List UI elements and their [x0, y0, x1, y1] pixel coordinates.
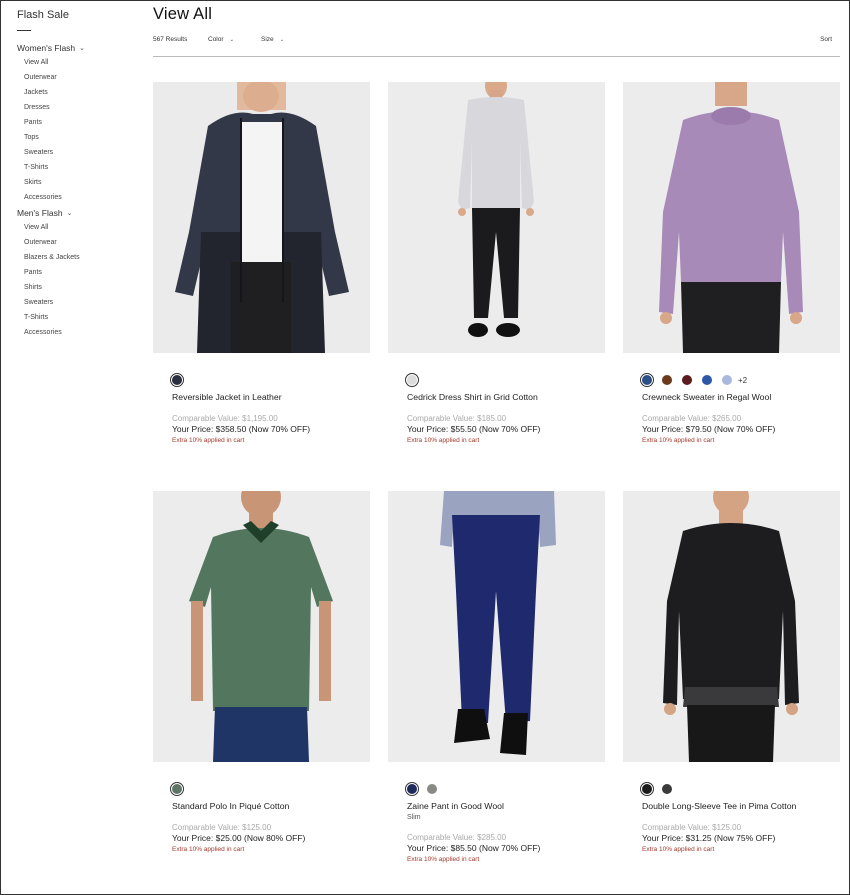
sidebar-item-mens-view-all[interactable]: View All — [17, 220, 137, 235]
sidebar-item-mens-tshirts[interactable]: T-Shirts — [17, 310, 137, 325]
your-price: Your Price: $358.50 (Now 70% OFF) — [172, 424, 311, 434]
color-filter-label: Color — [208, 36, 224, 43]
size-filter-label: Size — [261, 36, 274, 43]
extra-discount-note: Extra 10% applied in cart — [642, 846, 715, 853]
sidebar-item-womens-pants[interactable]: Pants — [17, 115, 137, 130]
comparable-value: Comparable Value: $125.00 — [172, 823, 272, 832]
color-swatch[interactable] — [722, 375, 732, 385]
sidebar-title[interactable]: Flash Sale — [17, 9, 137, 21]
product-card[interactable]: Reversible Jacket in Leather Comparable … — [153, 82, 370, 444]
sidebar-item-mens-pants[interactable]: Pants — [17, 265, 137, 280]
product-name[interactable]: Standard Polo In Piqué Cotton — [153, 801, 370, 811]
product-name[interactable]: Zaine Pant in Good Wool — [388, 801, 605, 811]
comparable-value: Comparable Value: $185.00 — [407, 414, 507, 423]
extra-discount-note: Extra 10% applied in cart — [407, 437, 480, 444]
color-swatch[interactable] — [170, 373, 184, 387]
product-image[interactable] — [623, 82, 840, 353]
sidebar-item-mens-sweaters[interactable]: Sweaters — [17, 295, 137, 310]
size-filter-dropdown[interactable]: Size ⌄ — [261, 36, 284, 43]
product-name[interactable]: Reversible Jacket in Leather — [153, 392, 370, 402]
comparable-value: Comparable Value: $125.00 — [642, 823, 742, 832]
comparable-value: Comparable Value: $265.00 — [642, 414, 742, 423]
sidebar-item-mens-blazers-jackets[interactable]: Blazers & Jackets — [17, 250, 137, 265]
color-swatch[interactable] — [405, 373, 419, 387]
product-image[interactable] — [388, 491, 605, 762]
color-swatch[interactable] — [662, 784, 672, 794]
sidebar-group-label: Men's Flash — [17, 207, 63, 218]
sort-dropdown[interactable]: Sort — [820, 36, 832, 43]
comparable-value: Comparable Value: $1,195.00 — [172, 414, 278, 423]
your-price: Your Price: $79.50 (Now 70% OFF) — [642, 424, 776, 434]
page-title: View All — [153, 5, 213, 23]
extra-discount-note: Extra 10% applied in cart — [407, 856, 480, 863]
product-image[interactable] — [623, 491, 840, 762]
sidebar-item-womens-outerwear[interactable]: Outerwear — [17, 70, 137, 85]
sidebar-item-womens-sweaters[interactable]: Sweaters — [17, 145, 137, 160]
color-swatches — [388, 782, 605, 796]
chevron-down-icon: ⌄ — [229, 37, 235, 43]
results-count: 567 Results — [153, 36, 188, 43]
color-swatch[interactable] — [170, 782, 184, 796]
color-swatches — [388, 373, 605, 387]
sidebar-group-mens[interactable]: Men's Flash ⌄ — [17, 205, 137, 220]
chevron-down-icon: ⌄ — [66, 209, 73, 217]
color-swatch[interactable] — [640, 373, 654, 387]
color-swatch[interactable] — [702, 375, 712, 385]
product-card[interactable]: Double Long-Sleeve Tee in Pima Cotton Co… — [623, 491, 840, 853]
product-name[interactable]: Cedrick Dress Shirt in Grid Cotton — [388, 392, 605, 402]
product-name[interactable]: Double Long-Sleeve Tee in Pima Cotton — [623, 801, 840, 811]
sidebar-item-mens-accessories[interactable]: Accessories — [17, 325, 137, 340]
sidebar-group-womens[interactable]: Women's Flash ⌄ — [17, 40, 137, 55]
sidebar-item-womens-accessories[interactable]: Accessories — [17, 190, 137, 205]
product-card[interactable]: Cedrick Dress Shirt in Grid Cotton Compa… — [388, 82, 605, 444]
color-swatches — [153, 782, 370, 796]
sidebar-item-mens-shirts[interactable]: Shirts — [17, 280, 137, 295]
extra-discount-note: Extra 10% applied in cart — [642, 437, 715, 444]
chevron-down-icon: ⌄ — [279, 37, 285, 43]
color-swatch[interactable] — [682, 375, 692, 385]
more-colors-count[interactable]: +2 — [738, 376, 747, 385]
comparable-value: Comparable Value: $285.00 — [407, 833, 507, 842]
product-fit: Slim — [407, 814, 421, 821]
product-card[interactable]: +2 Crewneck Sweater in Regal Wool Compar… — [623, 82, 840, 444]
product-image[interactable] — [153, 491, 370, 762]
product-image[interactable] — [153, 82, 370, 353]
sidebar-item-womens-jackets[interactable]: Jackets — [17, 85, 137, 100]
chevron-down-icon: ⌄ — [79, 44, 86, 52]
color-swatches: +2 — [623, 373, 840, 387]
sidebar-item-womens-tops[interactable]: Tops — [17, 130, 137, 145]
color-swatch[interactable] — [405, 782, 419, 796]
color-filter-dropdown[interactable]: Color ⌄ — [208, 36, 234, 43]
extra-discount-note: Extra 10% applied in cart — [172, 437, 245, 444]
sidebar-item-mens-outerwear[interactable]: Outerwear — [17, 235, 137, 250]
sidebar-item-womens-skirts[interactable]: Skirts — [17, 175, 137, 190]
filter-bar: 567 Results Color ⌄ Size ⌄ Sort — [153, 36, 840, 50]
product-card[interactable]: Standard Polo In Piqué Cotton Comparable… — [153, 491, 370, 853]
sidebar-item-womens-tshirts[interactable]: T-Shirts — [17, 160, 137, 175]
sidebar: Flash Sale Women's Flash ⌄ View All Oute… — [17, 9, 137, 340]
header-divider — [153, 56, 840, 57]
your-price: Your Price: $25.00 (Now 80% OFF) — [172, 833, 306, 843]
extra-discount-note: Extra 10% applied in cart — [172, 846, 245, 853]
color-swatch[interactable] — [640, 782, 654, 796]
your-price: Your Price: $55.50 (Now 70% OFF) — [407, 424, 541, 434]
product-card[interactable]: Zaine Pant in Good Wool Slim Comparable … — [388, 491, 605, 863]
sidebar-item-womens-view-all[interactable]: View All — [17, 55, 137, 70]
color-swatches — [153, 373, 370, 387]
sidebar-item-womens-dresses[interactable]: Dresses — [17, 100, 137, 115]
product-image[interactable] — [388, 82, 605, 353]
color-swatch[interactable] — [427, 784, 437, 794]
your-price: Your Price: $31.25 (Now 75% OFF) — [642, 833, 776, 843]
color-swatches — [623, 782, 840, 796]
your-price: Your Price: $85.50 (Now 70% OFF) — [407, 843, 541, 853]
sidebar-divider — [17, 30, 31, 31]
sidebar-group-label: Women's Flash — [17, 42, 76, 53]
color-swatch[interactable] — [662, 375, 672, 385]
product-name[interactable]: Crewneck Sweater in Regal Wool — [623, 392, 840, 402]
